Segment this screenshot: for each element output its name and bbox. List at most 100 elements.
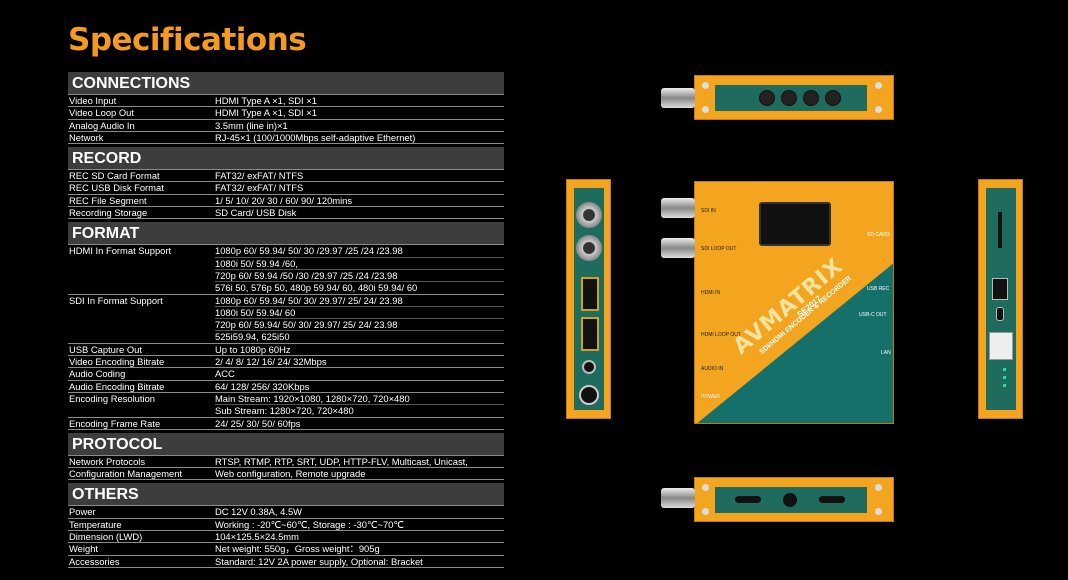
- port-label-usb-rec: USB REC: [867, 286, 890, 292]
- device-bottom-view: [694, 477, 894, 522]
- spec-row: REC SD Card Format FAT32/ exFAT/ NTFS: [68, 169, 504, 181]
- spec-value: Working : -20℃~60℃, Storage : -30℃~70℃: [215, 518, 404, 530]
- bnc-connector-icon: [661, 238, 695, 258]
- section-heading: PROTOCOL: [68, 432, 504, 455]
- spec-row: Analog Audio In 3.5mm (line in)×1: [68, 118, 504, 131]
- spec-values: Standard: 12V 2A power supply, Optional:…: [215, 556, 504, 567]
- spec-value: RJ-45×1 (100/1000Mbps self-adaptive Ethe…: [215, 131, 416, 143]
- spec-value: Standard: 12V 2A power supply, Optional:…: [215, 555, 423, 567]
- spec-values: DC 12V 0.38A, 4.5W: [215, 506, 504, 517]
- spec-values: 1080p 60/ 59.94/ 50/ 30/ 29.97/ 25/ 24/ …: [215, 295, 504, 343]
- display-screen: [759, 202, 831, 246]
- spec-value: SD Card/ USB Disk: [215, 207, 297, 219]
- bnc-connector-icon: [576, 235, 602, 261]
- spec-values: FAT32/ exFAT/ NTFS: [215, 170, 504, 181]
- spec-label: Encoding Frame Rate: [69, 417, 161, 429]
- spec-row: REC USB Disk Format FAT32/ exFAT/ NTFS: [68, 181, 504, 193]
- screw-icon: [875, 82, 882, 89]
- spec-label: USB Capture Out: [69, 343, 142, 355]
- spec-values: 1080p 60/ 59.94/ 50/ 30 /29.97 /25 /24 /…: [215, 245, 504, 293]
- spec-label: Recording Storage: [69, 207, 148, 219]
- section-heading: RECORD: [68, 147, 504, 170]
- spec-values: 64/ 128/ 256/ 320Kbps: [215, 381, 504, 392]
- spec-value: Web configuration, Remote upgrade: [215, 468, 366, 480]
- spec-row: Temperature Working : -20℃~60℃, Storage :…: [68, 517, 504, 530]
- page-title: Specifications: [68, 22, 307, 58]
- spec-value: 3.5mm (line in)×1: [215, 119, 288, 131]
- spec-values: Up to 1080p 60Hz: [215, 344, 504, 355]
- spec-value: 24/ 25/ 30/ 50/ 60fps: [215, 417, 301, 429]
- port-label-power: POWER: [701, 394, 720, 400]
- spec-value: 1080i 50/ 59.94/ 60: [215, 305, 504, 318]
- port-label-audio-in: AUDIO IN: [701, 366, 724, 372]
- spec-label: Network Protocols: [69, 455, 146, 467]
- spec-value: 576i 50, 576p 50, 480p 59.94/ 60, 480i 5…: [215, 281, 504, 293]
- power-jack-icon: [579, 385, 599, 405]
- bnc-connector-icon: [661, 88, 695, 108]
- spec-row: Accessories Standard: 12V 2A power supply…: [68, 554, 504, 568]
- sd-card-slot-icon: [998, 212, 1002, 248]
- spec-label: Power: [69, 506, 96, 518]
- usb-port-icon: [992, 278, 1008, 300]
- section-heading: CONNECTIONS: [68, 72, 504, 94]
- spec-value: 64/ 128/ 256/ 320Kbps: [215, 380, 310, 392]
- spec-values: RTSP, RTMP, RTP, SRT, UDP, HTTP-FLV, Mul…: [215, 456, 504, 467]
- spec-row: SDI In Format Support 1080p 60/ 59.94/ 50…: [68, 293, 504, 343]
- device-left-view: [566, 179, 611, 419]
- spec-label: REC USB Disk Format: [69, 182, 164, 194]
- spec-row: Dimension (LWD) 104×125.5×24.5mm: [68, 530, 504, 542]
- spec-label: Analog Audio In: [69, 119, 135, 131]
- spec-label: Dimension (LWD): [69, 531, 143, 543]
- bnc-connector-icon: [661, 198, 695, 218]
- button-icon: [759, 90, 775, 106]
- section-heading: FORMAT: [68, 222, 504, 245]
- spec-row: Video Loop Out HDMI Type A ×1, SDI ×1: [68, 106, 504, 118]
- spec-value: 1080p 60/ 59.94/ 50/ 30/ 29.97/ 25/ 24/ …: [215, 294, 403, 306]
- spec-value: 2/ 4/ 8/ 12/ 16/ 24/ 32Mbps: [215, 356, 327, 368]
- spec-values: Working : -20℃~60℃, Storage : -30℃~70℃: [215, 519, 504, 530]
- button-icon: [825, 90, 841, 106]
- screw-icon: [875, 508, 882, 515]
- device-top-view: [694, 75, 894, 120]
- device-front-view: AVMATRIX SDI/HDMI ENCODER & RECORDER SE2…: [694, 181, 894, 424]
- spec-values: 2/ 4/ 8/ 12/ 16/ 24/ 32Mbps: [215, 356, 504, 367]
- screw-icon: [702, 82, 709, 89]
- spec-label: Audio Coding: [69, 368, 126, 380]
- spec-row: Recording Storage SD Card/ USB Disk: [68, 206, 504, 220]
- screw-icon: [875, 106, 882, 113]
- hdmi-port-icon: [581, 317, 599, 351]
- spec-value: DC 12V 0.38A, 4.5W: [215, 506, 303, 518]
- spec-values: Net weight: 550g，Gross weight：905g: [215, 543, 504, 554]
- audio-jack-icon: [582, 360, 596, 374]
- port-label-hdmi-loop-out: HDMI LOOP OUT: [701, 332, 741, 338]
- spec-row: REC File Segment 1/ 5/ 10/ 20/ 30 / 60/ 9…: [68, 193, 504, 206]
- usb-c-port-icon: [996, 307, 1004, 321]
- slot-icon: [819, 496, 845, 503]
- spec-row: Audio Encoding Bitrate 64/ 128/ 256/ 320K…: [68, 379, 504, 392]
- spec-value: 720p 60/ 59.94/ 50/ 30/ 29.97/ 25/ 24/ 2…: [215, 318, 504, 330]
- spec-value: HDMI Type A ×1, SDI ×1: [215, 95, 317, 106]
- spec-value: 104×125.5×24.5mm: [215, 531, 299, 543]
- spec-row: Weight Net weight: 550g，Gross weight：905g: [68, 542, 504, 554]
- spec-values: HDMI Type A ×1, SDI ×1: [215, 107, 504, 118]
- spec-row: Encoding Resolution Main Stream: 1920×108…: [68, 391, 504, 417]
- screw-icon: [702, 508, 709, 515]
- spec-row: Configuration Management Web configuratio…: [68, 467, 504, 481]
- spec-row: Network Protocols RTSP, RTMP, RTP, SRT, U…: [68, 454, 504, 467]
- spec-row: Video Input HDMI Type A ×1, SDI ×1: [68, 94, 504, 106]
- port-label-lan: LAN: [881, 350, 891, 356]
- spec-values: 1/ 5/ 10/ 20/ 30 / 60/ 90/ 120mins: [215, 195, 504, 206]
- spec-value: FAT32/ exFAT/ NTFS: [215, 170, 304, 182]
- port-label-sdi-in: SDI IN: [701, 208, 716, 214]
- spec-label: Video Loop Out: [69, 107, 134, 119]
- spec-row: USB Capture Out Up to 1080p 60Hz: [68, 342, 504, 355]
- spec-value: Main Stream: 1920×1080, 1280×720, 720×48…: [215, 392, 410, 404]
- bnc-connector-icon: [661, 488, 695, 508]
- slot-icon: [735, 496, 761, 503]
- spec-values: Web configuration, Remote upgrade: [215, 468, 504, 479]
- spec-row: Network RJ-45×1 (100/1000Mbps self-adapti…: [68, 130, 504, 145]
- spec-values: Main Stream: 1920×1080, 1280×720, 720×48…: [215, 393, 504, 417]
- spec-row: Encoding Frame Rate 24/ 25/ 30/ 50/ 60fps: [68, 416, 504, 430]
- spec-value: Sub Stream: 1280×720, 720×480: [215, 404, 504, 416]
- spec-row: Power DC 12V 0.38A, 4.5W: [68, 505, 504, 517]
